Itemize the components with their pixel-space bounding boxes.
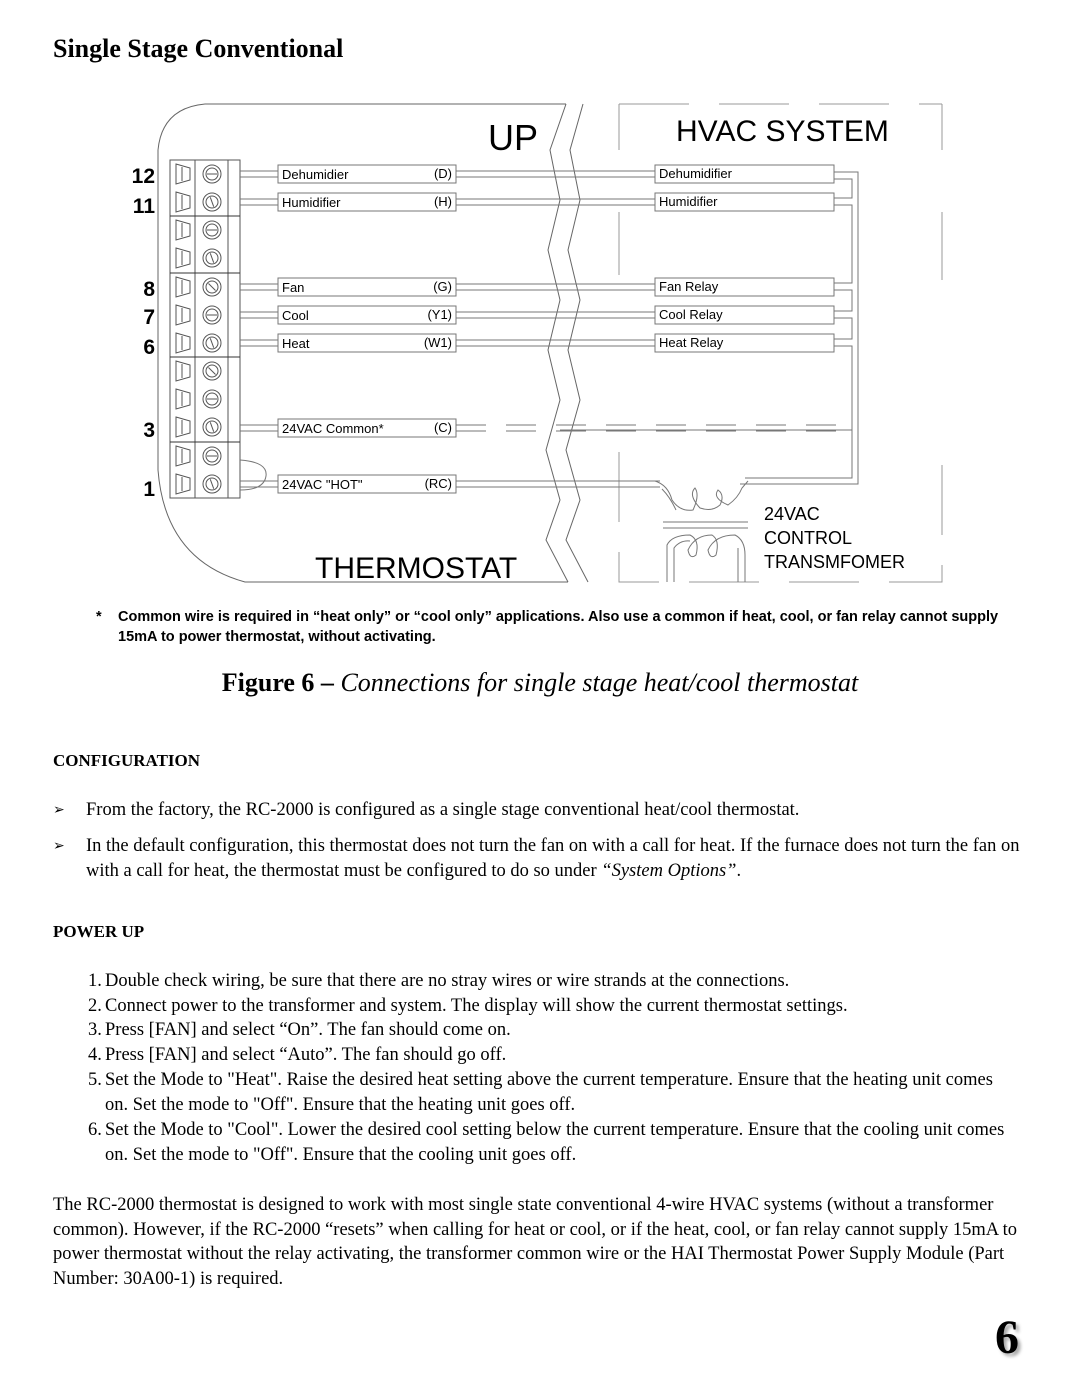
terminal-clamp-icon (175, 388, 191, 410)
wire-terminal-code: (C) (434, 420, 452, 435)
terminal-clamp-icon (175, 276, 191, 298)
hvac-wire-label: Humidifier (659, 194, 718, 209)
step-number: 6. (88, 1120, 102, 1140)
wire-terminal-code: (W1) (424, 335, 452, 350)
step-text: Set the Mode to "Cool". Lower the desire… (105, 1120, 1005, 1165)
wire-6: 24VAC "HOT" (RC) (240, 474, 660, 494)
wire-terminal-code: (RC) (425, 476, 452, 491)
terminal-clamp-icon (175, 332, 191, 354)
terminal-number: 8 (143, 278, 155, 301)
thermostat-wire-label: Heat (282, 336, 310, 351)
wire-terminal-code: (H) (434, 194, 452, 209)
break-line-hvac (565, 103, 589, 583)
thermostat-wire-label: Cool (282, 308, 309, 323)
footnote-marker: * (96, 609, 102, 625)
wire-5: 24VAC Common* (C) (240, 418, 852, 438)
config-bullet-text: From the factory, the RC-2000 is configu… (86, 800, 800, 820)
thermostat-wire-label: 24VAC "HOT" (282, 477, 363, 492)
closing-paragraph: The RC-2000 thermostat is designed to wo… (53, 1195, 1018, 1289)
step-text: Set the Mode to "Heat". Raise the desire… (105, 1070, 993, 1115)
terminal-number: 3 (143, 419, 155, 442)
hvac-wire-label: Heat Relay (659, 335, 724, 350)
config-bullet-text: In the default configuration, this therm… (86, 834, 1036, 883)
terminal-clamp-icon (175, 247, 191, 269)
hvac-wire-label: Cool Relay (659, 307, 723, 322)
config-bullet-suffix: . (736, 860, 742, 881)
wire-terminal-code: (Y1) (427, 307, 452, 322)
hvac-wire-label: Fan Relay (659, 279, 719, 294)
wire-1: Humidifier (H) Humidifier (240, 192, 835, 212)
step-number: 2. (88, 996, 102, 1016)
step-number: 4. (88, 1045, 102, 1065)
step-number: 3. (88, 1020, 102, 1040)
hvac-title: HVAC SYSTEM (676, 115, 889, 148)
terminal-clamp-icon (175, 360, 191, 382)
wire-4: Heat (W1) Heat Relay (240, 333, 835, 353)
transformer-label-line: CONTROL (764, 528, 852, 548)
jumper-loop (239, 459, 267, 491)
thermostat-wire-label: Dehumidier (282, 167, 349, 182)
thermostat-wire-label: Fan (282, 280, 304, 295)
page-number: 6 (995, 1311, 1019, 1364)
terminal-clamp-icon (175, 191, 191, 213)
break-line-thermostat (545, 103, 569, 583)
step-text: Double check wiring, be sure that there … (105, 971, 790, 991)
terminal-number: 6 (143, 336, 155, 359)
thermostat-wire-label: 24VAC Common* (282, 421, 384, 436)
thermostat-wire-label-box (277, 277, 457, 297)
hvac-return-bus (560, 171, 859, 485)
terminal-clamp-icon (175, 445, 191, 467)
terminal-clamp-icon (175, 163, 191, 185)
step-text: Press [FAN] and select “On”. The fan sho… (105, 1020, 511, 1040)
terminal-number: 11 (133, 195, 156, 218)
terminal-number: 7 (143, 306, 155, 329)
terminal-clamp-icon (175, 304, 191, 326)
wire-terminal-code: (D) (434, 166, 452, 181)
terminal-number: 1 (143, 478, 155, 501)
power-up-heading: POWER UP (53, 922, 145, 941)
terminal-clamp-icon (175, 219, 191, 241)
wiring-diagram: 12 11 8 7 6 3 1 UP HVAC SYSTEM THERMOSTA… (132, 103, 943, 585)
arrow-bullet-icon: ➢ (53, 838, 65, 854)
up-label: UP (488, 117, 538, 158)
system-options-emphasis: “System Options” (601, 860, 737, 881)
terminal-clamp-icon (175, 473, 191, 495)
footnote-text: Common wire is required in “heat only” o… (118, 609, 999, 645)
terminal-number: 12 (132, 165, 155, 188)
wire-terminal-code: (G) (433, 279, 452, 294)
terminal-block (169, 159, 241, 499)
terminal-clamp-icon (175, 416, 191, 438)
figure-caption-text: Connections for single stage heat/cool t… (340, 668, 859, 697)
step-text: Connect power to the transformer and sys… (105, 996, 848, 1016)
thermostat-title: THERMOSTAT (315, 552, 517, 585)
figure-label: Figure 6 – (221, 668, 341, 697)
config-bullet-body: In the default configuration, this therm… (86, 836, 1020, 881)
thermostat-wire-label: Humidifier (282, 195, 341, 210)
wire-0: Dehumidier (D) Dehumidifier (240, 164, 835, 184)
configuration-heading: CONFIGURATION (53, 751, 201, 770)
arrow-bullet-icon: ➢ (53, 802, 65, 818)
wire-2: Fan (G) Fan Relay (240, 277, 835, 297)
hvac-wire-label: Dehumidifier (659, 166, 733, 181)
transformer-icon (560, 480, 749, 582)
transformer-label-line: TRANSMFOMER (764, 552, 905, 572)
figure-caption: Figure 6 – Connections for single stage … (0, 668, 1080, 698)
step-text: Press [FAN] and select “Auto”. The fan s… (105, 1045, 507, 1065)
step-number: 5. (88, 1070, 102, 1090)
wire-3: Cool (Y1) Cool Relay (240, 305, 835, 325)
transformer-label-line: 24VAC (764, 504, 820, 524)
step-number: 1. (88, 971, 102, 991)
